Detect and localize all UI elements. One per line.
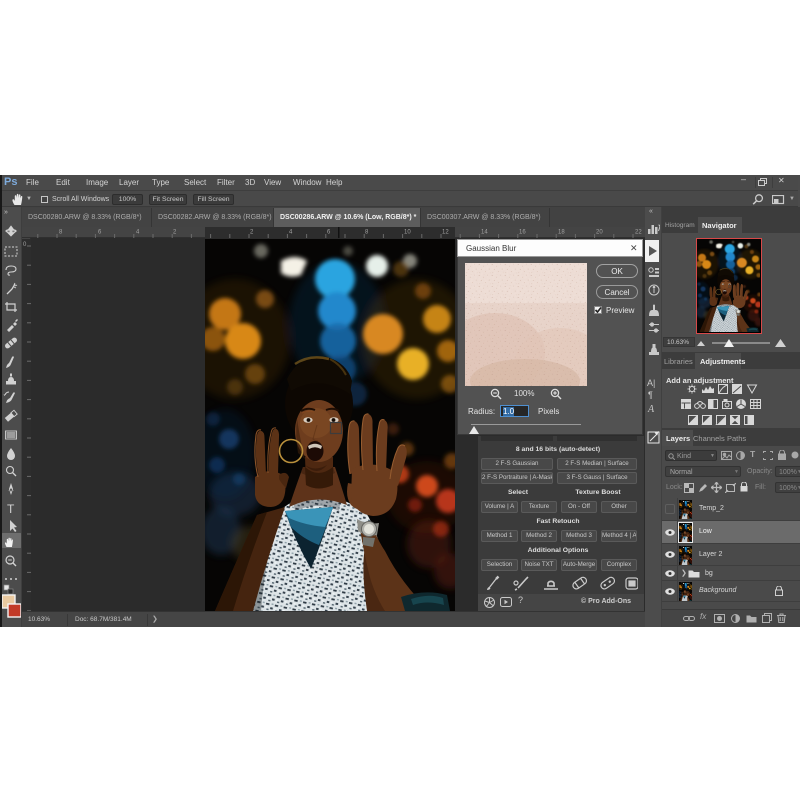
svg-text:8: 8 — [59, 230, 63, 236]
svg-text:T: T — [7, 502, 15, 516]
svg-text:10: 10 — [404, 230, 411, 236]
svg-text:6: 6 — [98, 230, 102, 236]
svg-text:4: 4 — [136, 230, 140, 236]
svg-text:16: 16 — [519, 230, 526, 236]
svg-text:12: 12 — [442, 230, 449, 236]
svg-text:14: 14 — [481, 230, 488, 236]
svg-text:20: 20 — [596, 230, 603, 236]
svg-text:22: 22 — [635, 230, 642, 236]
svg-text:18: 18 — [558, 230, 565, 236]
svg-text:2: 2 — [173, 230, 177, 236]
